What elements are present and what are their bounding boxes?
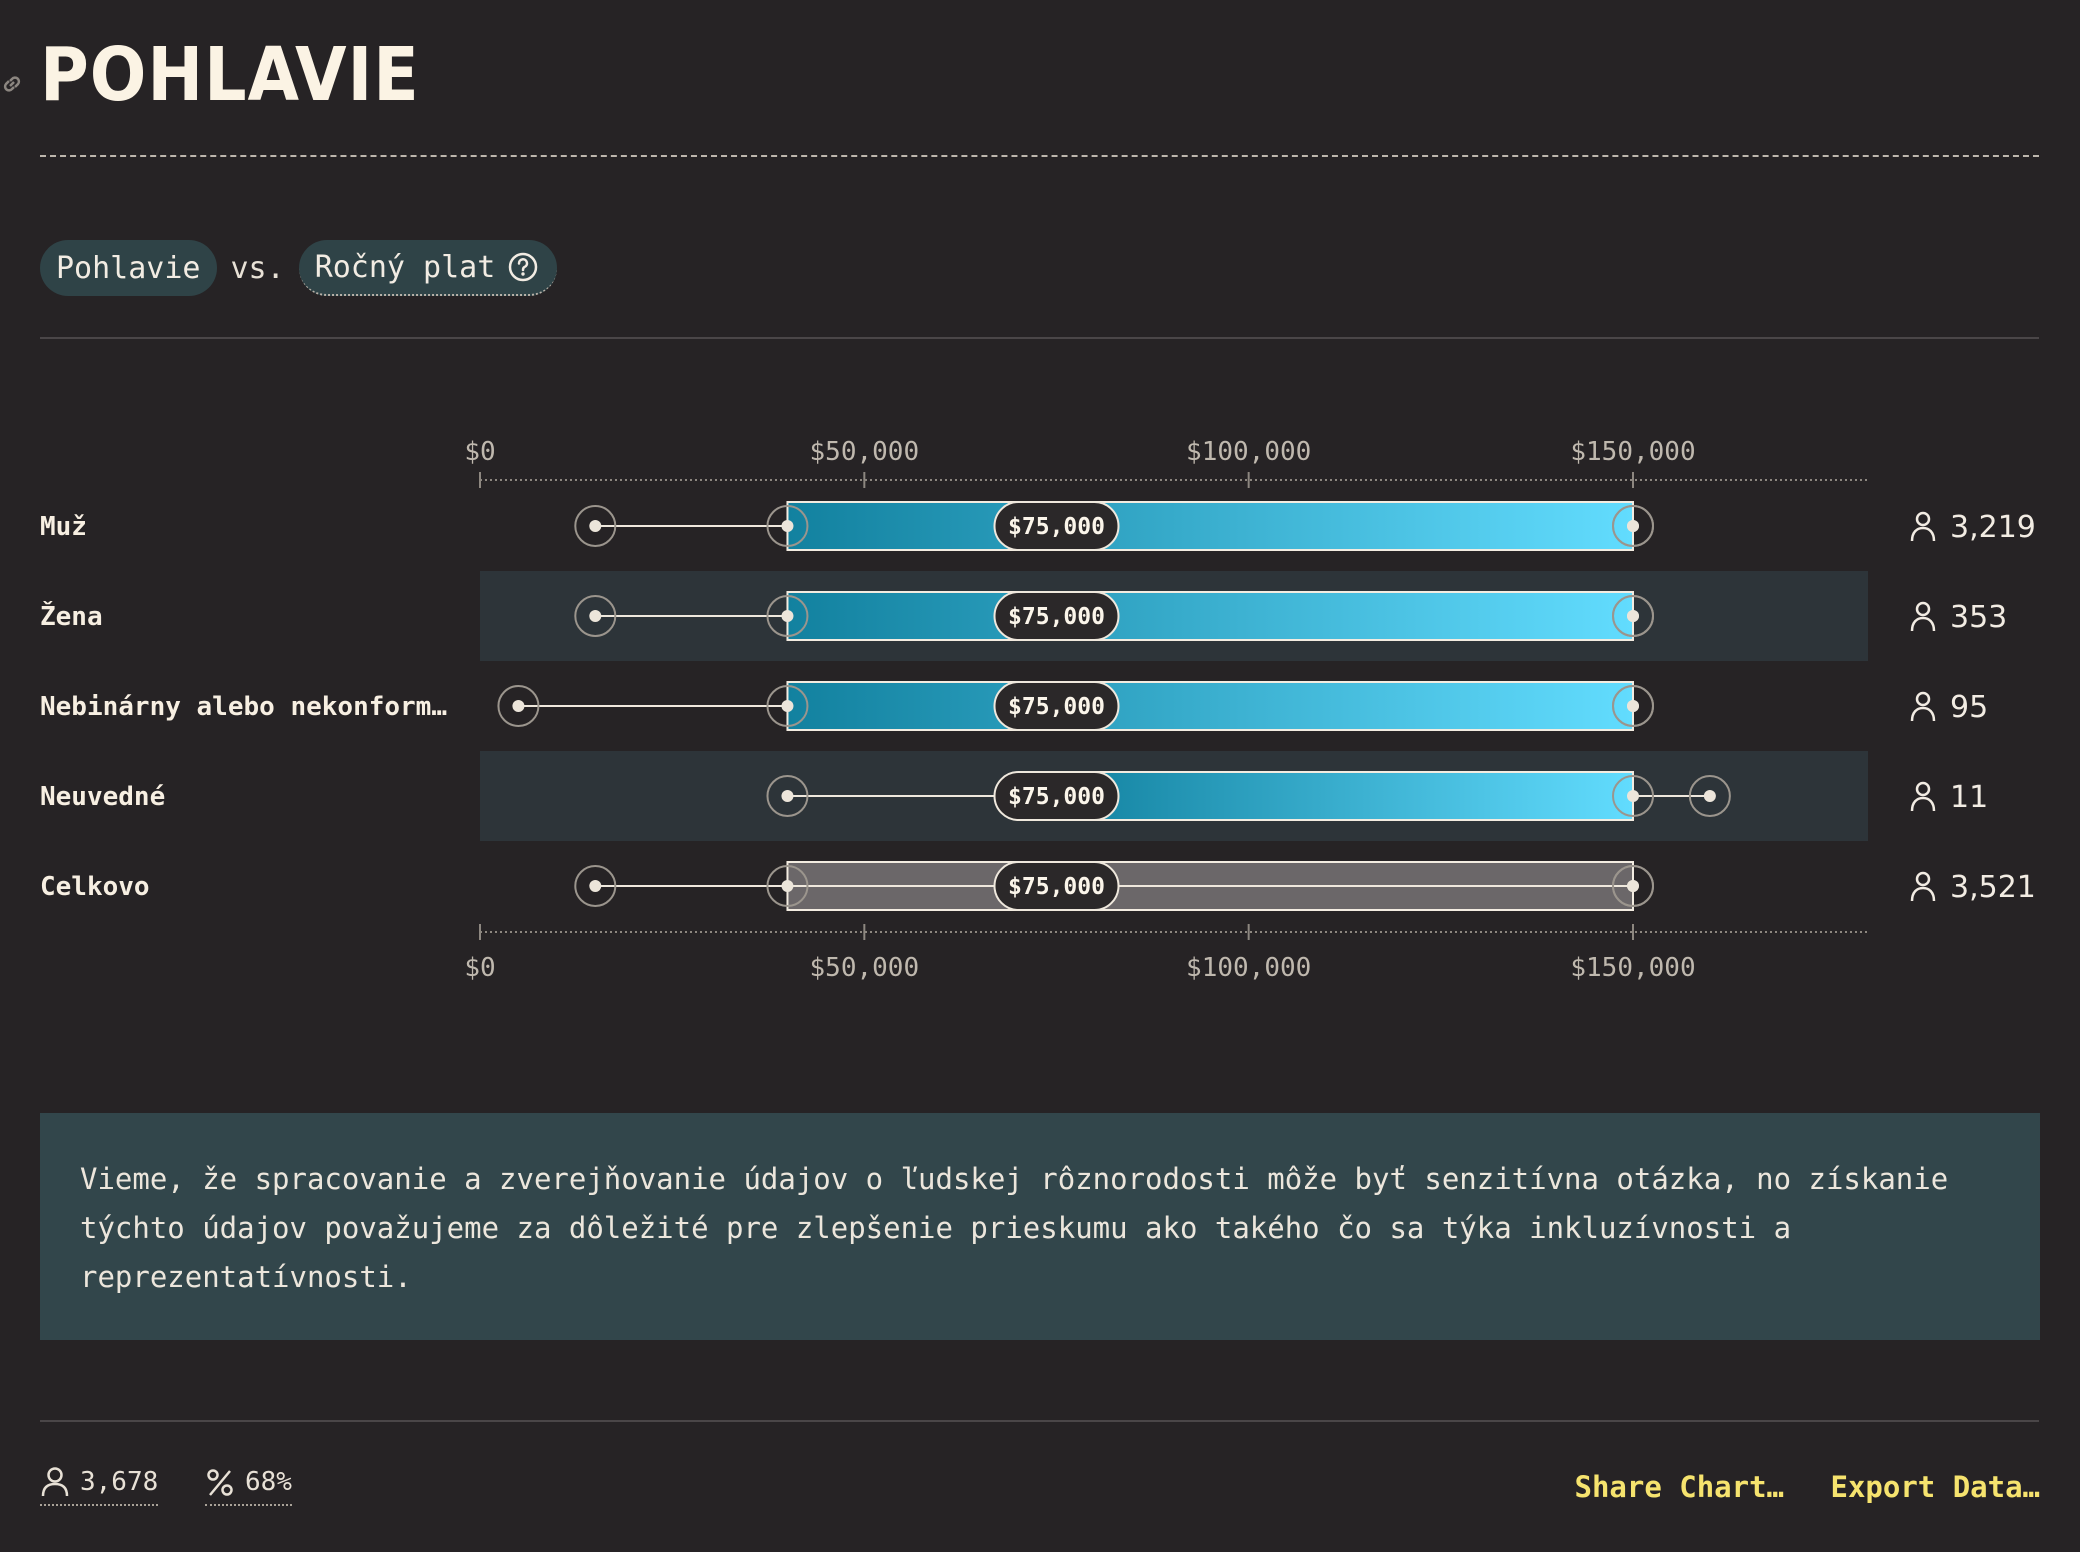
person-icon-body	[1910, 706, 1936, 722]
median-label: $75,000	[1008, 694, 1105, 720]
person-icon	[41, 1467, 69, 1497]
tick-label-top: $100,000	[1186, 437, 1311, 467]
page-title: POHLAVIE	[40, 32, 420, 118]
filter-pill-secondary[interactable]: Ročný plat	[298, 240, 558, 296]
chart-row: Muž $75,000 3,219	[40, 501, 2036, 551]
salary-range-chart: $0 $50,000 $100,000 $150,000 $0 $50,000 $100,0…	[40, 437, 2036, 983]
chart-row: Nebinárny alebo nekonform… $75,000 95	[40, 681, 1988, 731]
person-icon	[1910, 511, 1936, 542]
marker-dot-p75[interactable]	[1627, 790, 1639, 802]
info-note: Vieme, že spracovanie a zverejňovanie úd…	[40, 1113, 2040, 1340]
row-label: Neuvedné	[40, 782, 165, 812]
respondents-count: 3,678	[80, 1467, 159, 1497]
row-count: 353	[1950, 600, 2007, 635]
footer-divider	[40, 1420, 2039, 1422]
marker-dot-p90[interactable]	[1627, 520, 1639, 532]
iqr-box[interactable]	[786, 681, 1634, 731]
person-icon-head	[1915, 511, 1931, 527]
person-icon	[1910, 871, 1936, 902]
person-icon-body	[1910, 886, 1936, 902]
person-icon	[1910, 691, 1936, 722]
row-label: Celkovo	[40, 872, 150, 902]
row-count: 95	[1950, 690, 1988, 725]
person-icon-head	[1915, 871, 1931, 887]
row-count: 11	[1950, 780, 1988, 815]
marker-dot-p10[interactable]	[589, 520, 602, 532]
filter-pill-primary[interactable]: Pohlavie	[40, 240, 217, 296]
marker-dot-p10[interactable]	[781, 790, 794, 802]
percent-stat[interactable]: 68%	[205, 1466, 292, 1506]
marker-dot-p25[interactable]	[781, 880, 794, 892]
person-icon-head	[1915, 691, 1931, 707]
iqr-box[interactable]	[786, 591, 1634, 641]
export-data-link[interactable]: Export Data…	[1830, 1470, 2040, 1504]
tick-label-bottom: $50,000	[810, 953, 920, 983]
respondents-stat[interactable]: 3,678	[40, 1466, 159, 1506]
median-label: $75,000	[1008, 604, 1105, 630]
person-icon-body	[1910, 526, 1936, 542]
marker-dot-p25[interactable]	[781, 700, 794, 712]
info-note-text: Vieme, že spracovanie a zverejňovanie úd…	[80, 1162, 1949, 1294]
tick-label-bottom: $0	[464, 953, 495, 983]
row-count: 3,219	[1950, 510, 2036, 545]
tick-label-top: $50,000	[810, 437, 920, 467]
marker-dot-p90[interactable]	[1627, 700, 1639, 712]
iqr-box[interactable]	[786, 501, 1634, 551]
person-icon-head	[1915, 601, 1931, 617]
filter-bar: Pohlavie vs. Ročný plat	[40, 239, 558, 297]
marker-dot-p90[interactable]	[1627, 880, 1639, 892]
chart-row: Celkovo $75,000 3,521	[40, 861, 2036, 911]
tick-label-bottom: $150,000	[1570, 953, 1695, 983]
tick-label-top: $150,000	[1570, 437, 1695, 467]
marker-dot-p10[interactable]	[512, 700, 525, 712]
row-label: Nebinárny alebo nekonform…	[40, 692, 447, 722]
person-icon-head	[1915, 781, 1931, 797]
tick-label-bottom: $100,000	[1186, 953, 1311, 983]
row-label: Muž	[40, 512, 87, 542]
marker-dot-p25[interactable]	[781, 610, 794, 622]
filters-divider	[40, 337, 2039, 339]
marker-dot-p10[interactable]	[589, 880, 602, 892]
link-icon[interactable]	[0, 72, 24, 96]
median-label: $75,000	[1008, 874, 1105, 900]
filter-primary-label: Pohlavie	[56, 250, 201, 286]
person-icon	[1910, 781, 1936, 812]
row-label: Žena	[40, 600, 103, 632]
person-icon-body	[1910, 616, 1936, 632]
median-label: $75,000	[1008, 784, 1105, 810]
person-icon	[1910, 601, 1936, 632]
median-label: $75,000	[1008, 514, 1105, 540]
marker-dot-p90[interactable]	[1703, 790, 1716, 802]
percent-value: 68%	[245, 1467, 292, 1497]
marker-dot-p90[interactable]	[1627, 610, 1639, 622]
person-icon-body	[1910, 796, 1936, 812]
row-count: 3,521	[1950, 870, 2036, 905]
filter-separator: vs.	[230, 250, 285, 286]
marker-dot-p10[interactable]	[589, 610, 602, 622]
marker-dot-p25[interactable]	[781, 520, 794, 532]
share-chart-link[interactable]: Share Chart…	[1574, 1470, 1784, 1504]
title-divider	[40, 155, 2039, 157]
chart-footer: 3,678 68% Share Chart… Export Data…	[40, 1466, 2040, 1516]
tick-label-top: $0	[464, 437, 495, 467]
filter-secondary-label: Ročný plat	[314, 249, 496, 285]
percent-icon	[207, 1469, 233, 1496]
iqr-box[interactable]	[1055, 771, 1634, 821]
help-circle-icon[interactable]	[507, 251, 539, 283]
